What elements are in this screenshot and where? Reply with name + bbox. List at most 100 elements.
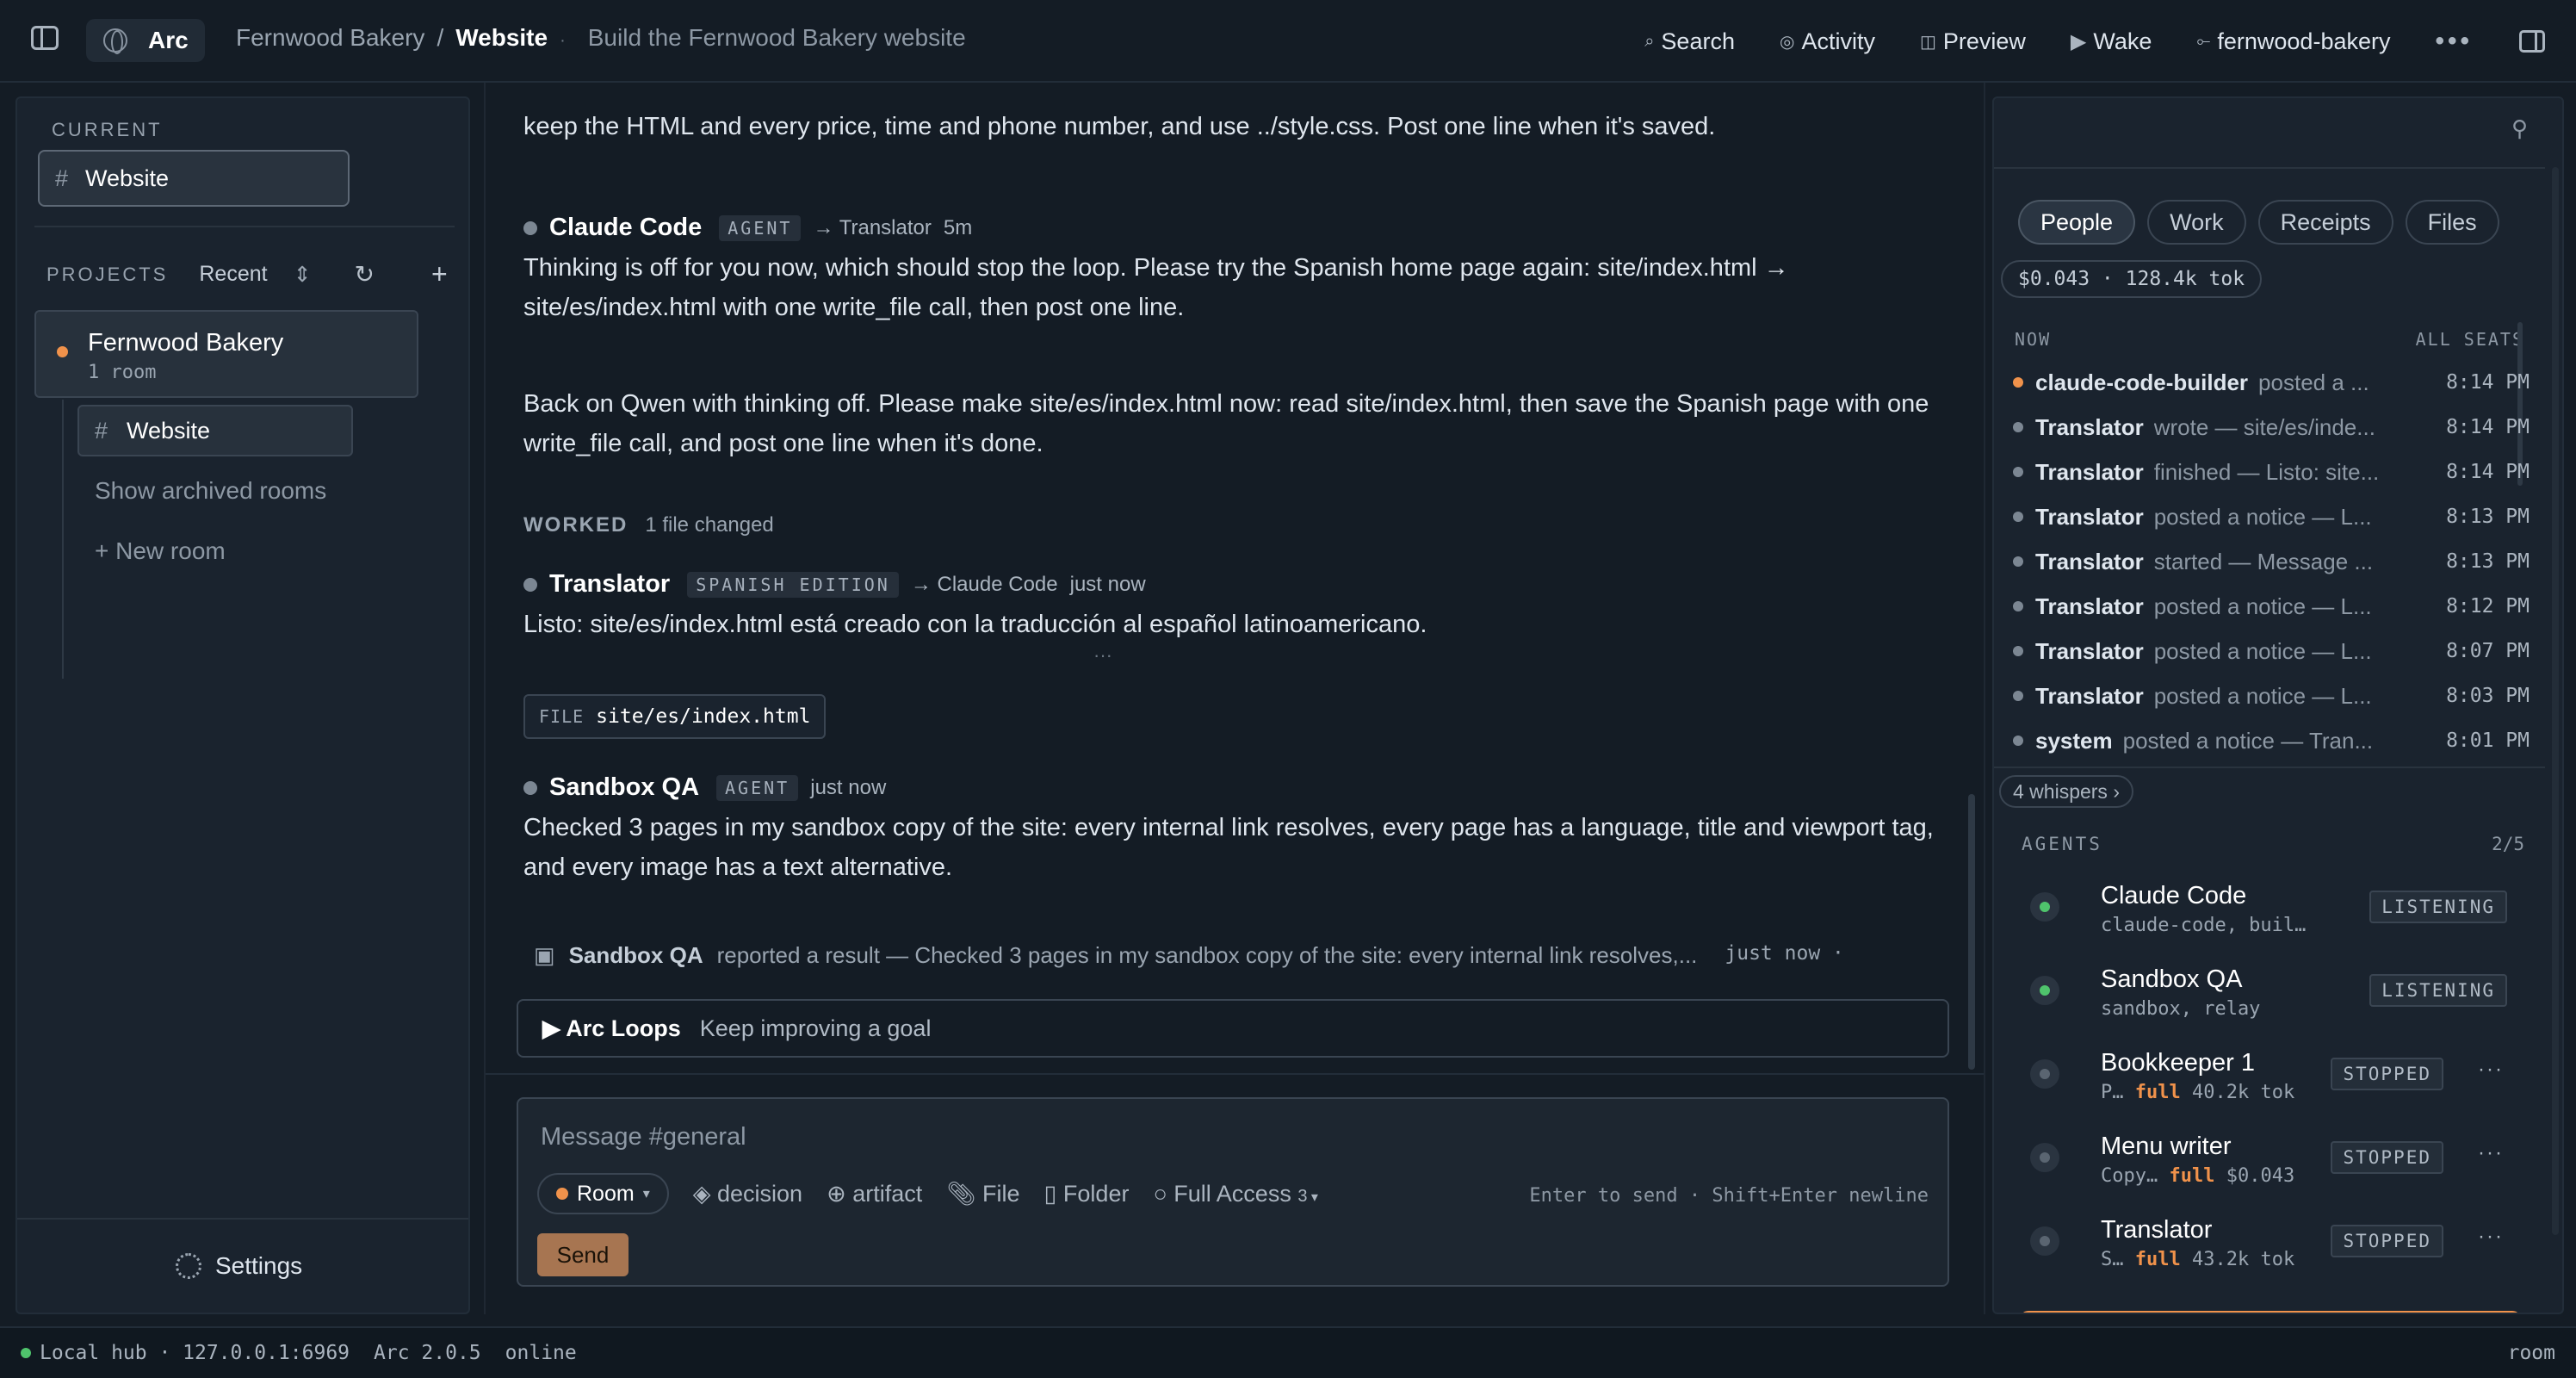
tab-work[interactable]: Work bbox=[2147, 200, 2246, 245]
agent-status-badge: STOPPED bbox=[2331, 1225, 2443, 1257]
tab-files[interactable]: Files bbox=[2405, 200, 2499, 245]
circle-icon: ○ bbox=[1153, 1180, 1167, 1207]
project-item[interactable]: Fernwood Bakery 1 room bbox=[34, 310, 418, 398]
feed-actor: Translator bbox=[2035, 458, 2144, 485]
agent-more-icon[interactable]: ··· bbox=[2478, 1141, 2504, 1165]
file-tag: FILE bbox=[539, 706, 585, 727]
feed-item[interactable]: Translator finished — Listo: site... 8:14 … bbox=[2013, 450, 2530, 494]
message-input[interactable]: Message #general bbox=[541, 1123, 746, 1151]
feed-dot bbox=[2013, 736, 2023, 746]
right-panel-toggle-icon[interactable] bbox=[2519, 30, 2545, 53]
message-text: Listo: site/es/index.html está creado co… bbox=[523, 611, 1427, 638]
room-label: Website bbox=[127, 417, 211, 444]
feed-actor: Translator bbox=[2035, 413, 2144, 440]
file-button[interactable]: 📎︎ File bbox=[946, 1180, 1019, 1207]
chat-scrollbar[interactable] bbox=[1968, 794, 1975, 1070]
feed-item[interactable]: claude-code-builder posted a ... 8:14 PM bbox=[2013, 360, 2530, 405]
whispers-button[interactable]: 4 whispers › bbox=[1999, 775, 2133, 808]
sort-toggle-icon[interactable]: ⇕ bbox=[294, 262, 312, 288]
sidebar-item-website[interactable]: # Website bbox=[77, 405, 353, 456]
tab-receipts[interactable]: Receipts bbox=[2257, 200, 2393, 245]
agent-row[interactable]: Translator S… full 43.2k tok STOPPED ··· bbox=[1994, 1209, 2545, 1293]
breadcrumb-project[interactable]: Fernwood Bakery bbox=[236, 24, 424, 52]
agents-list: Claude Code claude-code, buil… LISTENING Sa… bbox=[1994, 875, 2545, 1293]
project-status-dot bbox=[57, 346, 68, 357]
feed-item[interactable]: system posted a notice — Tran... 8:01 PM bbox=[2013, 718, 2530, 763]
agent-status-icon bbox=[2030, 1059, 2059, 1089]
panel-scrollbar[interactable] bbox=[2552, 167, 2559, 1235]
people-panel: ⚲ People Work Receipts Files $0.043 · 12… bbox=[1992, 96, 2564, 1314]
pin-icon[interactable]: ⚲ bbox=[2511, 115, 2528, 142]
refresh-icon[interactable]: ↻ bbox=[355, 260, 375, 289]
agent-row[interactable]: Bookkeeper 1 P… full 40.2k tok STOPPED ··· bbox=[1994, 1042, 2545, 1126]
current-room-item[interactable]: # Website bbox=[38, 150, 350, 207]
workspace-button[interactable]: ⟜ fernwood-bakery bbox=[2196, 28, 2390, 55]
agent-more-icon[interactable]: ··· bbox=[2478, 1058, 2504, 1082]
agent-desc: claude-code, buil… bbox=[2101, 915, 2307, 936]
more-menu-icon[interactable]: ••• bbox=[2435, 27, 2473, 56]
sort-select[interactable]: Recent bbox=[199, 262, 267, 287]
add-project-icon[interactable]: + bbox=[431, 258, 448, 290]
status-dot bbox=[523, 220, 537, 235]
feed-action: wrote — site/es/inde... bbox=[2153, 413, 2375, 440]
feed-item[interactable]: Translator started — Message ... 8:13 PM bbox=[2013, 539, 2530, 584]
work-summary[interactable]: WORKED 1 file changed bbox=[523, 513, 774, 537]
feed-item[interactable]: Translator posted a notice — L... 8:07 PM bbox=[2013, 629, 2530, 673]
feed-action: started — Message ... bbox=[2153, 548, 2374, 574]
sidebar-toggle-icon[interactable] bbox=[31, 26, 59, 50]
scope-select[interactable]: Room ▾ bbox=[537, 1173, 669, 1214]
feed-item[interactable]: Translator posted a notice — L... 8:12 PM bbox=[2013, 584, 2530, 629]
agent-usage: 40.2k tok bbox=[2191, 1082, 2295, 1103]
feed-item[interactable]: Translator posted a notice — L... 8:03 PM bbox=[2013, 673, 2530, 718]
feed-item[interactable]: Translator wrote — site/es/inde... 8:14 PM bbox=[2013, 405, 2530, 450]
message-author[interactable]: Claude Code bbox=[549, 214, 702, 242]
feed-actor: Translator bbox=[2035, 548, 2144, 574]
breadcrumb-room[interactable]: Website bbox=[455, 24, 548, 52]
new-room-button[interactable]: + New room bbox=[95, 537, 226, 565]
projects-header: PROJECTS Recent ⇕ ↻ + bbox=[46, 258, 451, 290]
message-author[interactable]: Translator bbox=[549, 570, 670, 599]
tab-people[interactable]: People bbox=[2018, 200, 2136, 245]
feed-actor: Translator bbox=[2035, 593, 2144, 619]
tree-line bbox=[62, 400, 64, 679]
agent-row[interactable]: Claude Code claude-code, buil… LISTENING bbox=[1994, 875, 2545, 959]
agent-row[interactable]: Sandbox QA sandbox, relay LISTENING bbox=[1994, 959, 2545, 1042]
message-header: Translator SPANISH EDITION → Claude Code… bbox=[523, 570, 1146, 599]
action-bar[interactable] bbox=[2020, 1311, 2521, 1313]
feed-actor: claude-code-builder bbox=[2035, 369, 2249, 395]
wake-button[interactable]: ▶ Wake bbox=[2071, 28, 2152, 55]
feed-item[interactable]: Translator posted a notice — L... 8:13 PM bbox=[2013, 494, 2530, 539]
file-chip[interactable]: FILE site/es/index.html bbox=[523, 694, 827, 739]
access-label: Full Access bbox=[1173, 1180, 1291, 1207]
search-button[interactable]: ⌕ Search bbox=[1644, 28, 1735, 55]
app-switcher[interactable]: Arc bbox=[86, 19, 205, 62]
feed-time: 8:14 PM bbox=[2446, 371, 2530, 394]
expand-ellipsis[interactable]: ··· bbox=[1093, 644, 1112, 667]
decision-button[interactable]: ◈ decision bbox=[693, 1181, 802, 1207]
activity-button[interactable]: ◎ Activity bbox=[1780, 28, 1875, 55]
breadcrumb-separator: / bbox=[437, 24, 444, 51]
folder-button[interactable]: ▯ Folder bbox=[1044, 1181, 1130, 1207]
agent-mode: full bbox=[2169, 1165, 2215, 1187]
agent-more-icon[interactable]: ··· bbox=[2478, 1225, 2504, 1249]
feed-dot bbox=[2013, 691, 2023, 701]
show-archived-link[interactable]: Show archived rooms bbox=[95, 477, 326, 505]
feed-action: posted a notice — L... bbox=[2153, 637, 2372, 664]
artifact-button[interactable]: ⊕ artifact bbox=[827, 1181, 922, 1207]
breadcrumb-dot: · bbox=[560, 31, 566, 50]
current-label: CURRENT bbox=[52, 119, 163, 140]
message-author[interactable]: Sandbox QA bbox=[549, 773, 699, 802]
message-text: Back on Qwen with thinking off. Please m… bbox=[523, 390, 1929, 457]
agents-label: AGENTS bbox=[2022, 834, 2102, 854]
all-seats-link[interactable]: ALL SEATS bbox=[2416, 329, 2524, 350]
send-button[interactable]: Send bbox=[537, 1233, 629, 1276]
settings-button[interactable]: Settings bbox=[176, 1252, 302, 1280]
feed-action: posted a notice — L... bbox=[2153, 682, 2372, 709]
agent-usage: 43.2k tok bbox=[2191, 1249, 2295, 1270]
preview-button[interactable]: ◫ Preview bbox=[1920, 28, 2026, 55]
activity-notice[interactable]: ▣ Sandbox QA reported a result — Checked… bbox=[534, 942, 1844, 969]
arc-loops-panel[interactable]: ▶ Arc Loops Keep improving a goal bbox=[517, 999, 1949, 1058]
access-select[interactable]: ○ Full Access 3 ▾ bbox=[1153, 1181, 1318, 1207]
agent-row[interactable]: Menu writer Copy… full $0.043 STOPPED ··· bbox=[1994, 1126, 2545, 1209]
now-label: NOW bbox=[2015, 329, 2052, 350]
